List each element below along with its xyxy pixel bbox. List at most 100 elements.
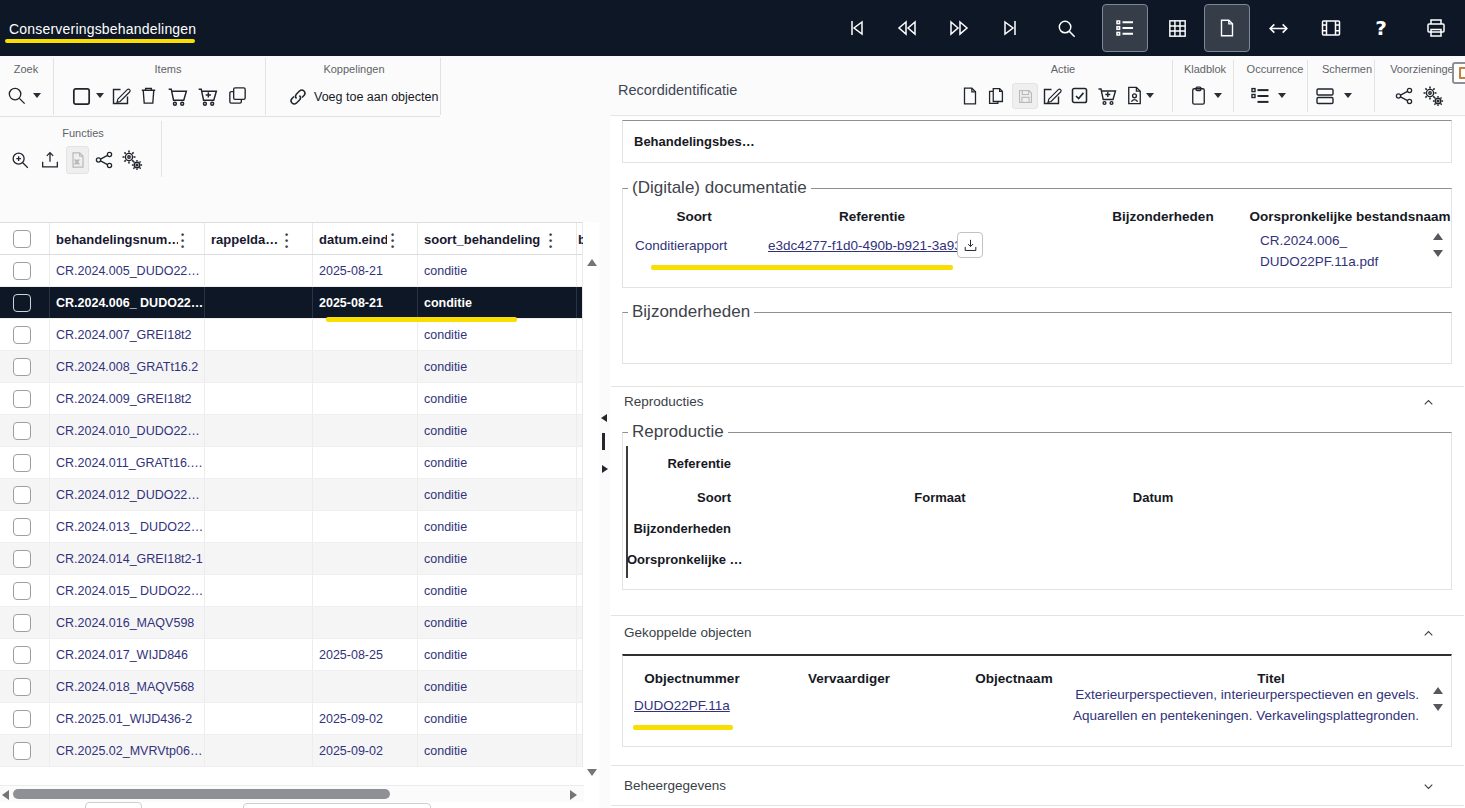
occurrence-spinners[interactable]	[1433, 233, 1445, 257]
cell-datum[interactable]: 2025-09-02	[319, 735, 409, 767]
scroll-down-arrow[interactable]	[587, 769, 597, 776]
row-checkbox[interactable]	[13, 287, 31, 319]
copy-record-button[interactable]	[985, 85, 1007, 107]
clipboard-caret[interactable]	[1214, 93, 1222, 98]
column-header-partial[interactable]: b	[578, 223, 583, 255]
last-record-button[interactable]	[987, 4, 1033, 52]
tasks-checkbox-button[interactable]	[1069, 85, 1090, 106]
column-header-rappeldatum[interactable]: rappelda…	[211, 223, 281, 255]
table-row[interactable]: CR.2024.010_DUDO22…conditie	[0, 415, 582, 447]
search-button[interactable]	[1043, 4, 1089, 52]
cell-rappel[interactable]	[211, 415, 301, 447]
add-to-objects-button[interactable]: Voeg toe aan objecten	[286, 82, 438, 112]
cart-button[interactable]	[165, 84, 190, 109]
object-up-arrow[interactable]	[1433, 687, 1443, 694]
objectnummer-link[interactable]: DUDO22PF.11a	[634, 698, 730, 713]
cell-datum[interactable]	[319, 543, 409, 575]
table-row[interactable]: CR.2024.008_GRATt16.2conditie	[0, 351, 582, 383]
media-viewer-button[interactable]	[1308, 4, 1354, 52]
export-excel-button[interactable]	[66, 146, 89, 174]
column-header-behandelingsnummer[interactable]: behandelingsnum…	[56, 223, 178, 255]
cell-num[interactable]: CR.2024.008_GRATt16.2	[56, 351, 204, 383]
section-gekoppelde-objecten[interactable]: Gekoppelde objecten	[624, 625, 752, 640]
edit-item-button[interactable]	[109, 84, 133, 108]
collapse-gekoppelde-objecten-icon[interactable]	[1422, 627, 1433, 638]
cell-num[interactable]: CR.2024.009_GREI18t2	[56, 383, 204, 415]
cell-soort[interactable]: conditie	[424, 575, 564, 607]
cart-add-record-button[interactable]	[1095, 84, 1119, 108]
collapse-right-arrow[interactable]	[602, 465, 608, 473]
cell-rappel[interactable]	[211, 671, 301, 703]
cell-datum[interactable]	[319, 447, 409, 479]
cell-datum[interactable]	[319, 575, 409, 607]
column-menu-behandelingsnummer[interactable]	[181, 232, 184, 246]
cell-num[interactable]: CR.2024.005_DUDO22…	[56, 255, 204, 287]
behandelingsbeschrijving-fieldbox[interactable]: Behandelingsbes…	[622, 120, 1452, 163]
new-record-button[interactable]	[959, 85, 981, 107]
cell-num[interactable]: CR.2024.016_MAQV598	[56, 607, 204, 639]
cell-rappel[interactable]	[211, 479, 301, 511]
cell-datum[interactable]	[319, 479, 409, 511]
row-checkbox[interactable]	[13, 639, 31, 671]
record-owner-caret[interactable]	[1146, 93, 1154, 98]
table-row[interactable]: CR.2024.016_MAQV598conditie	[0, 607, 582, 639]
object-occurrence-spinners[interactable]	[1433, 687, 1445, 711]
settings-gears-button[interactable]	[120, 148, 144, 172]
cell-num[interactable]: CR.2024.015_ DUDO22…	[56, 575, 204, 607]
row-checkbox[interactable]	[13, 415, 31, 447]
table-row[interactable]: CR.2024.012_DUDO22… conditie	[0, 479, 582, 511]
cell-num[interactable]: CR.2024.014_GREI18t2-1	[56, 543, 204, 575]
share-record-button[interactable]	[1393, 85, 1415, 107]
select-items-caret[interactable]	[96, 93, 104, 98]
cell-datum[interactable]: 2025-08-25	[319, 639, 409, 671]
cell-datum[interactable]	[319, 511, 409, 543]
document-view-button[interactable]	[1204, 4, 1250, 52]
cell-rappel[interactable]	[211, 351, 301, 383]
scroll-left-arrow[interactable]	[2, 790, 9, 800]
cell-rappel[interactable]	[211, 319, 301, 351]
table-row[interactable]: CR.2024.013_ DUDO22…conditie	[0, 511, 582, 543]
row-checkbox[interactable]	[13, 511, 31, 543]
zoom-in-button[interactable]	[9, 149, 31, 171]
table-row[interactable]: CR.2025.01_WIJD436-22025-09-02conditie	[0, 703, 582, 735]
row-checkbox[interactable]	[13, 479, 31, 511]
section-beheergegevens[interactable]: Beheergegevens	[624, 778, 726, 793]
select-items-checkbox[interactable]	[70, 85, 93, 108]
cell-num[interactable]: CR.2025.02_MVRVtp06…	[56, 735, 204, 767]
select-all-checkbox[interactable]	[13, 223, 31, 255]
search-records-button[interactable]	[5, 84, 28, 107]
grid-view-button[interactable]	[1154, 4, 1200, 52]
screens-button[interactable]	[1313, 84, 1337, 108]
splitter-handle[interactable]	[602, 433, 605, 450]
cell-soort[interactable]: conditie	[424, 383, 564, 415]
cart-add-button[interactable]	[195, 84, 220, 109]
row-checkbox[interactable]	[13, 703, 31, 735]
cell-soort[interactable]: conditie	[424, 479, 564, 511]
column-header-soort-behandeling[interactable]: soort_behandeling	[424, 223, 544, 255]
copy-item-button[interactable]	[226, 84, 249, 107]
cell-soort[interactable]: conditie	[424, 255, 564, 287]
doc-referentie-link[interactable]: e3dc4277-f1d0-490b-b921-3a93a	[768, 238, 957, 253]
table-row[interactable]: CR.2024.018_MAQV568conditie	[0, 671, 582, 703]
cell-num[interactable]: CR.2024.012_DUDO22…	[56, 479, 204, 511]
vertical-scrollbar[interactable]	[584, 223, 599, 808]
previous-record-button[interactable]	[884, 4, 930, 52]
cell-num[interactable]: CR.2024.018_MAQV568	[56, 671, 204, 703]
cell-rappel[interactable]	[211, 575, 301, 607]
row-checkbox[interactable]	[13, 735, 31, 767]
cell-datum[interactable]	[319, 607, 409, 639]
help-button[interactable]: ?	[1358, 4, 1404, 52]
column-menu-soort-behandeling[interactable]	[549, 232, 552, 246]
expand-beheergegevens-icon[interactable]	[1422, 780, 1433, 791]
clipboard-button[interactable]	[1187, 84, 1210, 107]
cell-datum[interactable]: 2025-09-02	[319, 703, 409, 735]
cell-rappel[interactable]	[211, 543, 301, 575]
cell-soort[interactable]: conditie	[424, 511, 564, 543]
save-record-button[interactable]	[1012, 83, 1038, 109]
cell-rappel[interactable]	[211, 447, 301, 479]
download-attachment-button[interactable]	[957, 232, 983, 258]
cell-datum[interactable]	[319, 319, 409, 351]
cell-soort[interactable]: conditie	[424, 319, 564, 351]
cell-rappel[interactable]	[211, 511, 301, 543]
cell-rappel[interactable]	[211, 639, 301, 671]
